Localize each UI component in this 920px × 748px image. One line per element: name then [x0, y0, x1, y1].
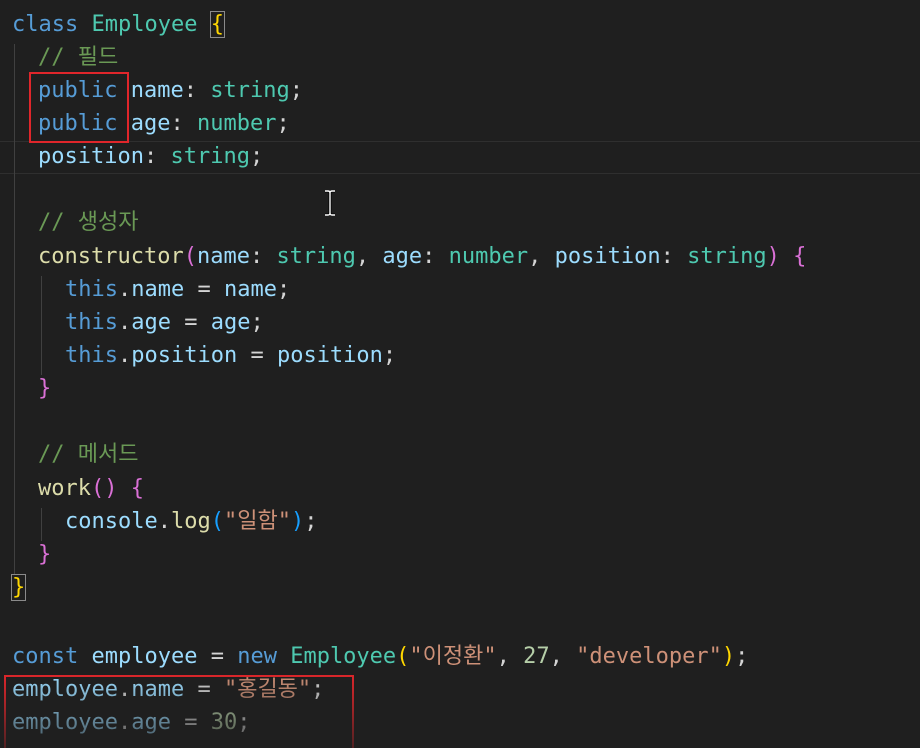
colon: :: [249, 244, 264, 269]
indent-guide: [14, 44, 15, 574]
param-age: age: [382, 244, 423, 269]
parens: (): [90, 476, 118, 501]
code-line-11: this.position = position;: [65, 339, 396, 372]
dot: .: [117, 277, 132, 302]
code-line-10: this.age = age;: [65, 306, 264, 339]
class-ref: Employee: [290, 644, 397, 669]
field-name: name: [130, 78, 184, 103]
open-brace: {: [793, 244, 807, 269]
code-line-20: const employee = new Employee("이정환", 27,…: [12, 640, 748, 673]
open-paren: (: [183, 244, 197, 269]
code-line-1: class Employee {: [12, 8, 225, 41]
arg-age: 27: [523, 644, 550, 669]
dot: .: [117, 310, 132, 335]
constructor-keyword: constructor: [38, 244, 184, 269]
code-line-2: // 필드: [38, 41, 118, 74]
code-line-9: this.name = name;: [65, 273, 290, 306]
colon: :: [422, 244, 436, 269]
code-line-17: }: [38, 538, 51, 571]
comment-fields: // 필드: [38, 45, 119, 70]
code-line-16: console.log("일함");: [65, 505, 317, 538]
value-age: age: [210, 310, 251, 335]
equals: =: [250, 343, 264, 368]
method-work: work: [38, 476, 91, 501]
equals: =: [197, 277, 211, 302]
close-brace: }: [10, 574, 27, 601]
open-paren: (: [396, 644, 410, 669]
semicolon: ;: [276, 277, 291, 302]
member-age: age: [131, 310, 171, 335]
semicolon: ;: [735, 644, 749, 669]
close-brace: }: [38, 376, 52, 401]
semicolon: ;: [250, 310, 264, 335]
value-name: name: [223, 277, 277, 302]
colon: :: [660, 244, 674, 269]
comma: ,: [355, 244, 370, 269]
type-number: number: [448, 244, 529, 269]
indent-guide: [41, 508, 42, 541]
code-line-15: work() {: [38, 472, 144, 505]
variable-employee: employee: [91, 644, 198, 669]
open-brace: {: [209, 11, 225, 38]
code-line-8: constructor(name: string, age: number, p…: [38, 240, 806, 273]
log-method: log: [170, 509, 211, 534]
comma: ,: [528, 244, 542, 269]
indent-guide: [41, 276, 42, 375]
this-keyword: this: [65, 277, 118, 302]
arg-name: "이정환": [409, 644, 497, 669]
keyword-class: class: [12, 12, 79, 37]
open-brace: {: [130, 476, 144, 501]
comma: ,: [496, 644, 510, 669]
text-ibeam-cursor-icon: [325, 190, 335, 216]
class-name: Employee: [91, 12, 198, 37]
code-line-14: // 메서드: [38, 438, 138, 471]
dot: .: [117, 343, 132, 368]
open-paren: (: [210, 509, 224, 534]
value-position: position: [276, 343, 383, 368]
colon: :: [183, 78, 197, 103]
console-object: console: [65, 509, 158, 534]
equals: =: [184, 310, 198, 335]
comma: ,: [549, 644, 563, 669]
this-keyword: this: [65, 343, 118, 368]
field-position: position: [38, 144, 144, 169]
keyword-new: new: [237, 644, 277, 669]
semicolon: ;: [276, 111, 290, 136]
type-string: string: [276, 244, 356, 269]
field-age: age: [130, 111, 171, 136]
semicolon: ;: [382, 343, 397, 368]
close-paren: ): [290, 509, 305, 534]
equals: =: [210, 644, 224, 669]
param-position: position: [554, 244, 661, 269]
this-keyword: this: [65, 310, 118, 335]
code-line-7: // 생성자: [38, 206, 138, 239]
colon: :: [170, 111, 184, 136]
arg-position: "developer": [576, 644, 722, 669]
member-position: position: [131, 343, 238, 368]
close-paren: ): [721, 644, 736, 669]
comment-constructor: // 생성자: [38, 210, 139, 235]
type-string: string: [210, 78, 290, 103]
public-modifiers-highlight: [29, 72, 129, 143]
string-literal: "일함": [223, 509, 291, 534]
code-editor[interactable]: class Employee { // 필드 public name: stri…: [0, 0, 920, 748]
assignment-lines-highlight: [4, 675, 354, 748]
dot: .: [157, 509, 171, 534]
code-line-18: }: [10, 571, 27, 604]
type-number: number: [196, 111, 277, 136]
semicolon: ;: [289, 78, 303, 103]
member-name: name: [131, 277, 185, 302]
comment-methods: // 메서드: [38, 442, 139, 467]
close-brace: }: [38, 542, 52, 567]
close-paren: ): [766, 244, 780, 269]
code-line-12: }: [38, 372, 51, 405]
semicolon: ;: [304, 509, 318, 534]
colon: :: [143, 144, 158, 169]
semicolon: ;: [249, 144, 264, 169]
type-string: string: [687, 244, 767, 269]
code-line-5: position: string;: [38, 140, 263, 173]
keyword-const: const: [12, 644, 79, 669]
type-string: string: [170, 144, 250, 169]
param-name: name: [196, 244, 250, 269]
